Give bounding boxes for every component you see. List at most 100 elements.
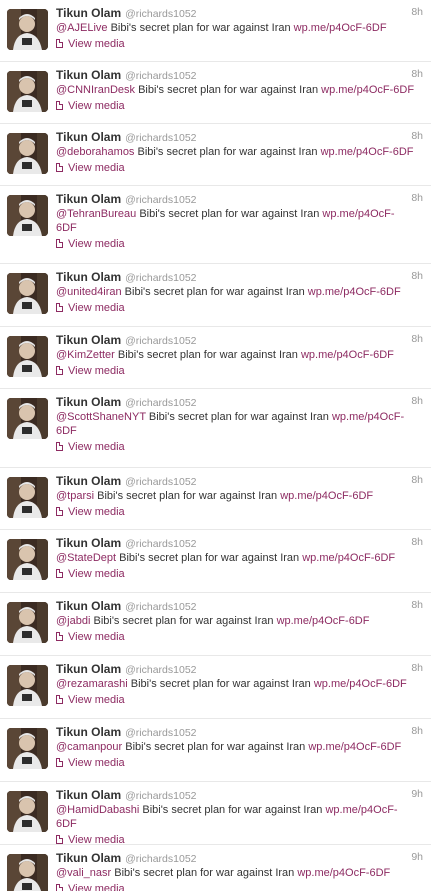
mention-link[interactable]: @KimZetter — [56, 349, 115, 361]
author-screen-name[interactable]: @richards1052 — [125, 335, 196, 347]
url-link[interactable]: wp.me/p4OcF-6DF — [277, 615, 370, 627]
tweet-item[interactable]: 8h Tikun Olam @richards1052 @deborahamos Bi… — [0, 124, 431, 186]
author-fullname[interactable]: Tikun Olam — [56, 599, 121, 613]
avatar[interactable] — [7, 791, 48, 832]
view-media-label: View media — [68, 238, 125, 250]
avatar[interactable] — [7, 133, 48, 174]
avatar[interactable] — [7, 336, 48, 377]
author-screen-name[interactable]: @richards1052 — [125, 70, 196, 82]
author-fullname[interactable]: Tikun Olam — [56, 536, 121, 550]
url-link[interactable]: wp.me/p4OcF-6DF — [302, 552, 395, 564]
avatar[interactable] — [7, 71, 48, 112]
view-media-button[interactable]: View media — [56, 37, 415, 51]
tweet-item[interactable]: 8h Tikun Olam @richards1052 @KimZetter Bibi… — [0, 327, 431, 389]
view-media-button[interactable]: View media — [56, 505, 415, 519]
author-screen-name[interactable]: @richards1052 — [125, 397, 196, 409]
author-fullname[interactable]: Tikun Olam — [56, 851, 121, 865]
tweet-header: Tikun Olam @richards1052 — [56, 534, 415, 551]
url-link[interactable]: wp.me/p4OcF-6DF — [294, 22, 387, 34]
url-link[interactable]: wp.me/p4OcF-6DF — [321, 84, 414, 96]
avatar[interactable] — [7, 602, 48, 643]
view-media-button[interactable]: View media — [56, 882, 415, 891]
view-media-label: View media — [68, 365, 125, 377]
avatar[interactable] — [7, 477, 48, 518]
tweet-content: Tikun Olam @richards1052 @tparsi Bibi's se… — [56, 472, 415, 519]
view-media-button[interactable]: View media — [56, 693, 415, 707]
author-screen-name[interactable]: @richards1052 — [125, 194, 196, 206]
view-media-button[interactable]: View media — [56, 364, 415, 378]
view-media-button[interactable]: View media — [56, 161, 415, 175]
mention-link[interactable]: @tparsi — [56, 490, 94, 502]
tweet-item[interactable]: 8h Tikun Olam @richards1052 @TehranBureau B… — [0, 186, 431, 264]
url-link[interactable]: wp.me/p4OcF-6DF — [314, 678, 407, 690]
author-screen-name[interactable]: @richards1052 — [125, 664, 196, 676]
mention-link[interactable]: @StateDept — [56, 552, 116, 564]
mention-link[interactable]: @united4iran — [56, 286, 122, 298]
tweet-item[interactable]: 8h Tikun Olam @richards1052 @ScottShaneNYT … — [0, 389, 431, 468]
author-screen-name[interactable]: @richards1052 — [125, 476, 196, 488]
mention-link[interactable]: @HamidDabashi — [56, 804, 139, 816]
view-media-button[interactable]: View media — [56, 630, 415, 644]
tweet-body: Bibi's secret plan for war against Iran — [121, 286, 308, 298]
tweet-item[interactable]: 8h Tikun Olam @richards1052 @jabdi Bibi's s… — [0, 593, 431, 656]
tweet-item[interactable]: 8h Tikun Olam @richards1052 @tparsi Bibi's … — [0, 468, 431, 530]
avatar[interactable] — [7, 398, 48, 439]
mention-link[interactable]: @AJELive — [56, 22, 108, 34]
avatar[interactable] — [7, 728, 48, 769]
tweet-item[interactable]: 8h Tikun Olam @richards1052 @camanpour Bibi… — [0, 719, 431, 782]
url-link[interactable]: wp.me/p4OcF-6DF — [308, 286, 401, 298]
author-screen-name[interactable]: @richards1052 — [125, 790, 196, 802]
avatar[interactable] — [7, 665, 48, 706]
url-link[interactable]: wp.me/p4OcF-6DF — [321, 146, 414, 158]
author-fullname[interactable]: Tikun Olam — [56, 333, 121, 347]
author-fullname[interactable]: Tikun Olam — [56, 725, 121, 739]
avatar[interactable] — [7, 195, 48, 236]
tweet-item[interactable]: 9h Tikun Olam @richards1052 @vali_nasr Bibi… — [0, 845, 431, 891]
author-screen-name[interactable]: @richards1052 — [125, 601, 196, 613]
view-media-button[interactable]: View media — [56, 756, 415, 770]
mention-link[interactable]: @vali_nasr — [56, 867, 111, 879]
mention-link[interactable]: @deborahamos — [56, 146, 134, 158]
view-media-button[interactable]: View media — [56, 567, 415, 581]
view-media-button[interactable]: View media — [56, 301, 415, 315]
author-fullname[interactable]: Tikun Olam — [56, 192, 121, 206]
view-media-button[interactable]: View media — [56, 440, 415, 454]
url-link[interactable]: wp.me/p4OcF-6DF — [280, 490, 373, 502]
author-screen-name[interactable]: @richards1052 — [125, 853, 196, 865]
author-fullname[interactable]: Tikun Olam — [56, 662, 121, 676]
mention-link[interactable]: @rezamarashi — [56, 678, 128, 690]
tweet-item[interactable]: 9h Tikun Olam @richards1052 @HamidDabashi B… — [0, 782, 431, 846]
url-link[interactable]: wp.me/p4OcF-6DF — [308, 741, 401, 753]
author-screen-name[interactable]: @richards1052 — [125, 8, 196, 20]
tweet-item[interactable]: 8h Tikun Olam @richards1052 @StateDept Bibi… — [0, 530, 431, 593]
author-fullname[interactable]: Tikun Olam — [56, 788, 121, 802]
tweet-item[interactable]: 8h Tikun Olam @richards1052 @AJELive Bibi's… — [0, 0, 431, 62]
author-fullname[interactable]: Tikun Olam — [56, 6, 121, 20]
mention-link[interactable]: @jabdi — [56, 615, 90, 627]
avatar[interactable] — [7, 9, 48, 50]
avatar[interactable] — [7, 539, 48, 580]
author-screen-name[interactable]: @richards1052 — [125, 132, 196, 144]
mention-link[interactable]: @CNNIranDesk — [56, 84, 135, 96]
author-screen-name[interactable]: @richards1052 — [125, 272, 196, 284]
tweet-item[interactable]: 8h Tikun Olam @richards1052 @united4iran Bi… — [0, 264, 431, 327]
author-fullname[interactable]: Tikun Olam — [56, 68, 121, 82]
tweet-item[interactable]: 8h Tikun Olam @richards1052 @CNNIranDesk Bi… — [0, 62, 431, 124]
view-media-label: View media — [68, 162, 125, 174]
view-media-button[interactable]: View media — [56, 99, 415, 113]
mention-link[interactable]: @ScottShaneNYT — [56, 411, 146, 423]
author-fullname[interactable]: Tikun Olam — [56, 395, 121, 409]
url-link[interactable]: wp.me/p4OcF-6DF — [301, 349, 394, 361]
mention-link[interactable]: @TehranBureau — [56, 208, 136, 220]
author-screen-name[interactable]: @richards1052 — [125, 538, 196, 550]
author-screen-name[interactable]: @richards1052 — [125, 727, 196, 739]
mention-link[interactable]: @camanpour — [56, 741, 122, 753]
tweet-item[interactable]: 8h Tikun Olam @richards1052 @rezamarashi Bi… — [0, 656, 431, 719]
avatar[interactable] — [7, 854, 48, 891]
avatar[interactable] — [7, 273, 48, 314]
author-fullname[interactable]: Tikun Olam — [56, 474, 121, 488]
author-fullname[interactable]: Tikun Olam — [56, 270, 121, 284]
url-link[interactable]: wp.me/p4OcF-6DF — [297, 867, 390, 879]
view-media-button[interactable]: View media — [56, 237, 415, 251]
author-fullname[interactable]: Tikun Olam — [56, 130, 121, 144]
